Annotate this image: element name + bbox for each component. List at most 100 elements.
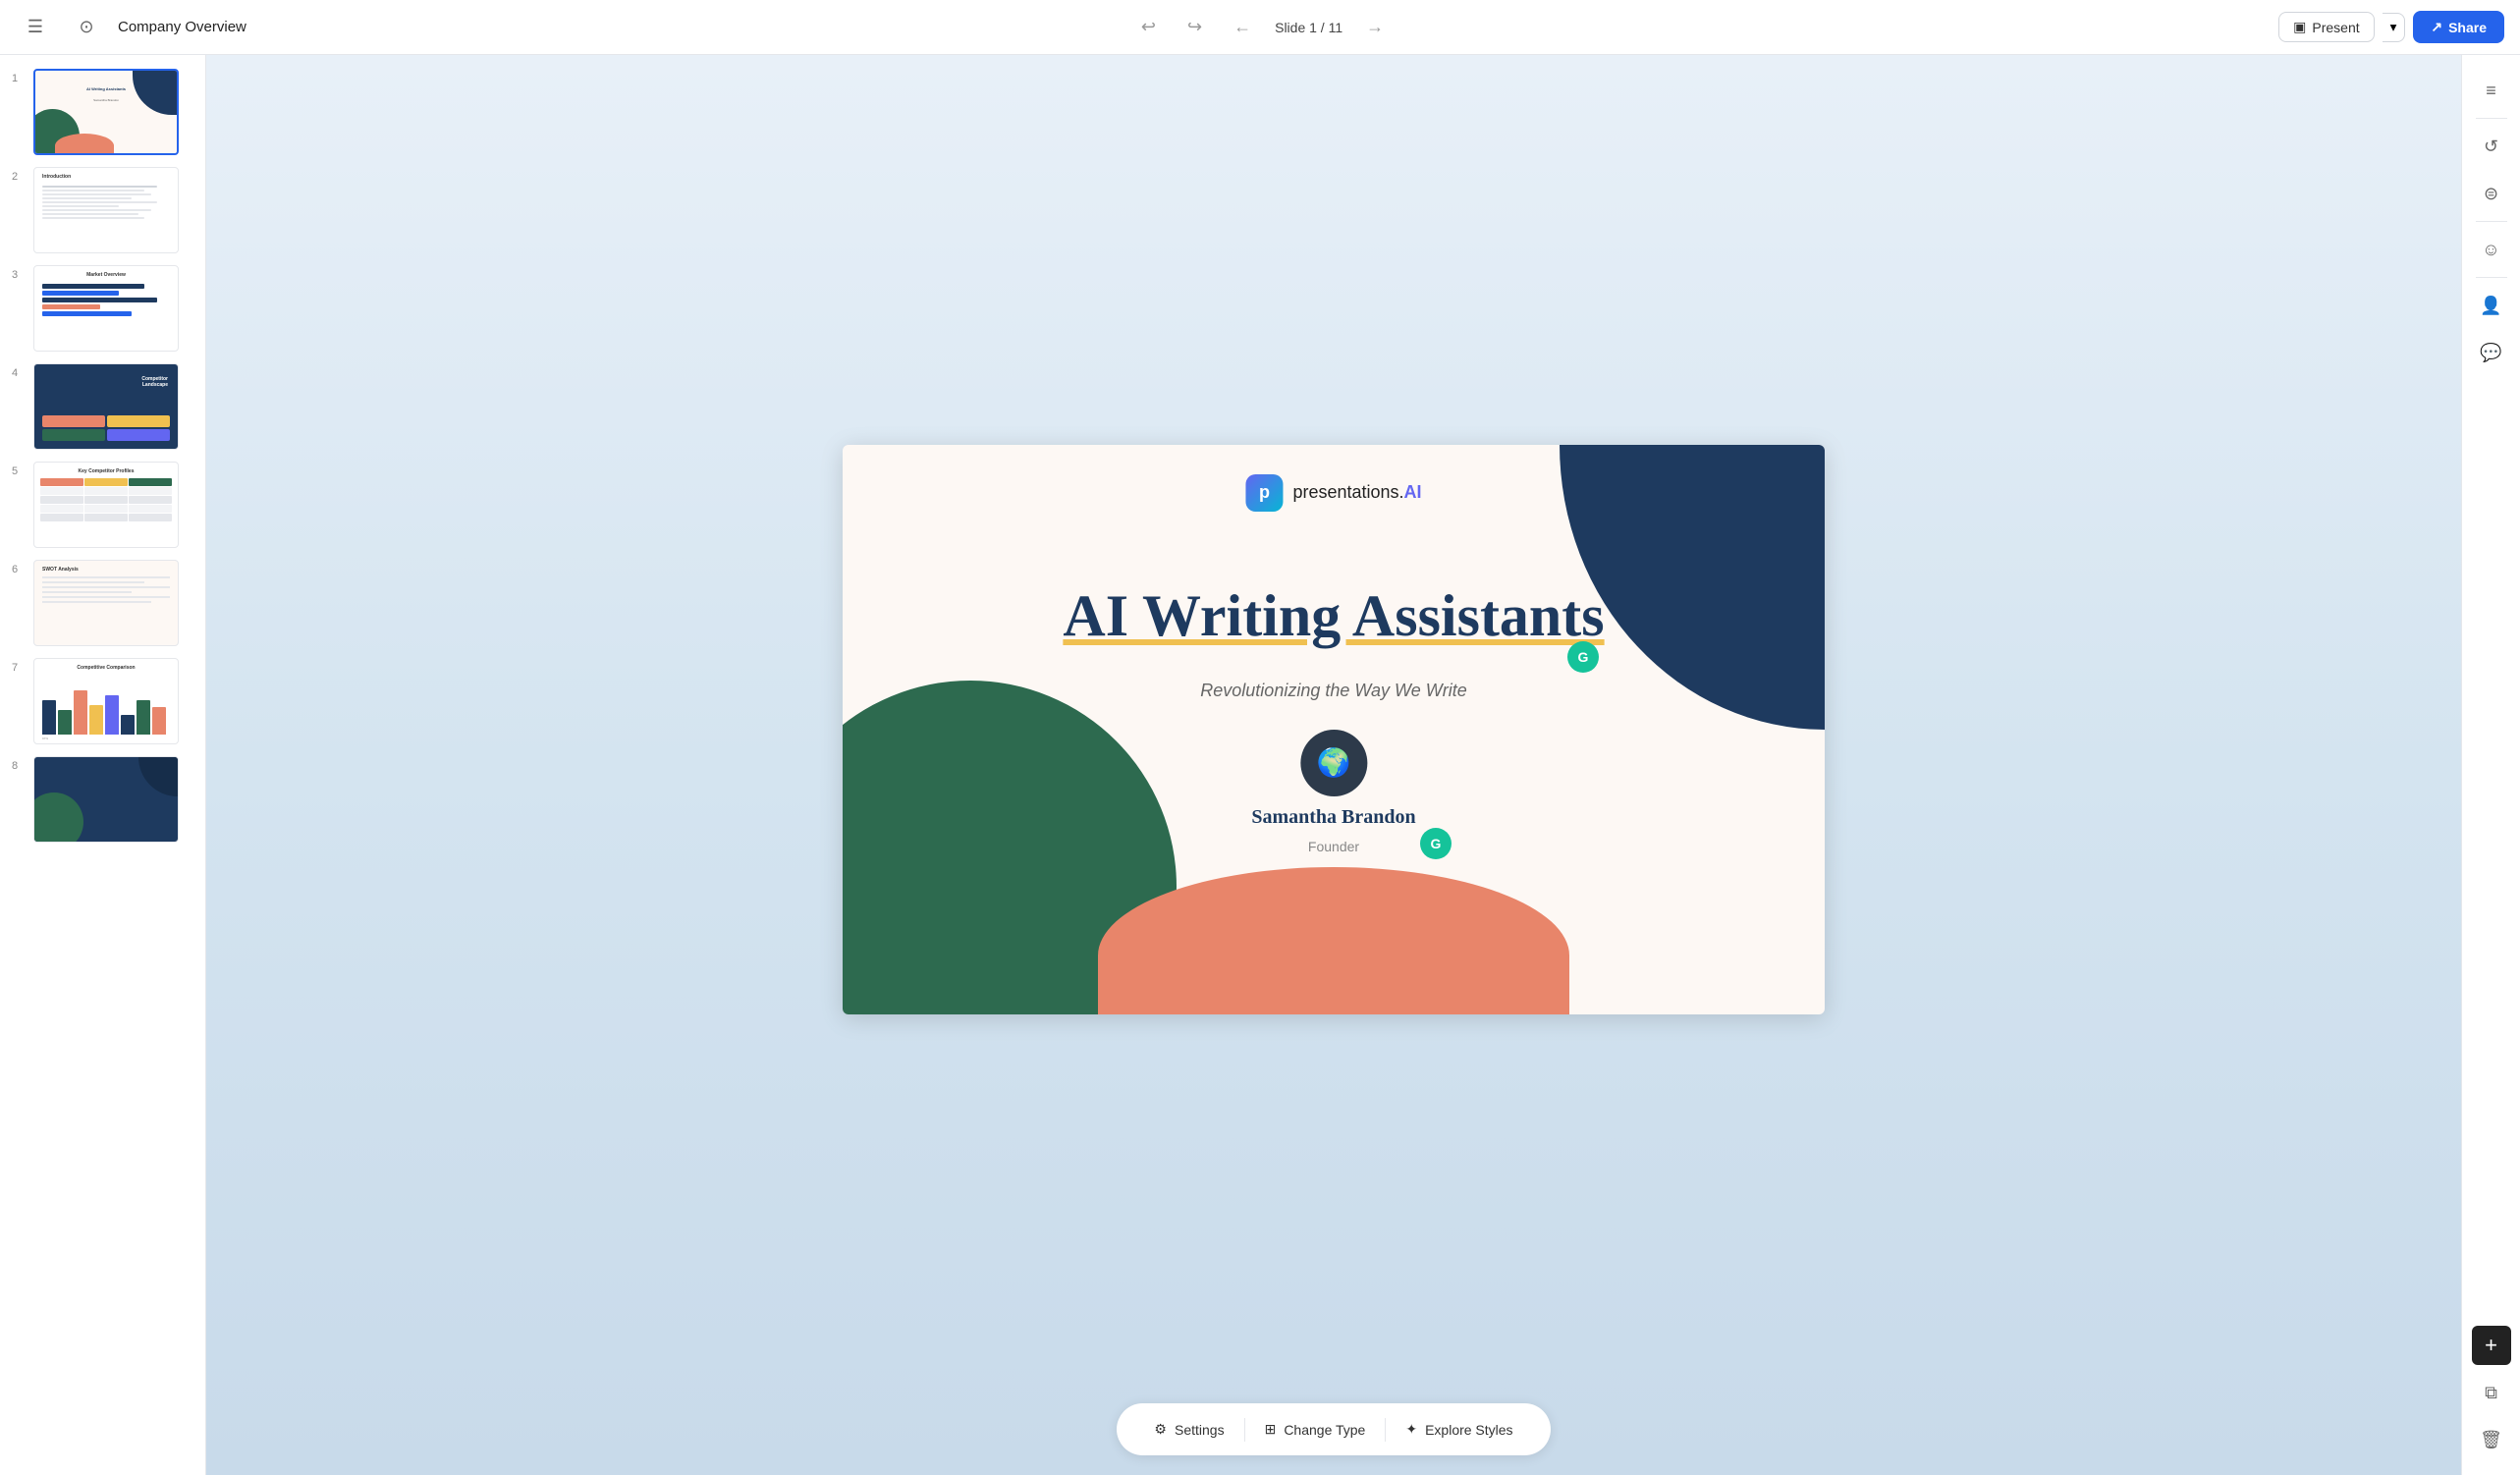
slide-number-3: 3 [12,265,26,281]
add-user-icon: 👤 [2480,296,2501,316]
present-dropdown-button[interactable]: ▾ [2383,13,2406,42]
settings-button[interactable]: ⚙ Settings [1140,1413,1237,1446]
present-label: Present [2312,20,2359,35]
settings-label: Settings [1175,1422,1225,1438]
slide-number-4: 4 [12,363,26,379]
slide-item-3[interactable]: 3 Market Overview [0,259,205,357]
slide-thumb-1: AI Writing Assistants Samantha Brandon [33,69,179,155]
sidebar-divider-1 [2476,118,2507,119]
slide-number-5: 5 [12,462,26,477]
right-sidebar-top: ≡ ↺ ⊜ ☺ 👤 💬 [2472,71,2511,1318]
change-type-icon: ⊞ [1265,1421,1277,1438]
redo-button[interactable]: ↪ [1179,13,1210,41]
slide-indicator: Slide 1 / 11 [1275,20,1342,35]
slide-item-8[interactable]: 8 [0,750,205,848]
delete-button[interactable]: 🗑 [2472,1420,2511,1459]
notes-button[interactable]: ≡ [2472,71,2511,110]
right-sidebar: ≡ ↺ ⊜ ☺ 👤 💬 + [2461,55,2520,1475]
settings-icon: ⚙ [1154,1421,1167,1438]
slide-presenter-area: 🌍 Samantha Brandon Founder [1251,730,1415,854]
history-sidebar-icon: ↺ [2484,137,2498,157]
add-icon: + [2485,1333,2497,1358]
slide-canvas: p presentations.AI AI Writing Assistants… [843,445,1825,1014]
explore-styles-label: Explore Styles [1425,1422,1512,1438]
change-type-button[interactable]: ⊞ Change Type [1251,1413,1380,1446]
main-slide-title: AI Writing Assistants [1063,582,1604,650]
explore-styles-icon: ✦ [1405,1421,1417,1438]
tune-button[interactable]: ⊜ [2472,174,2511,213]
grammarly-badge-1: G [1567,641,1599,673]
slide-thumb-6: SWOT Analysis [33,560,179,646]
avatar-emoji: 🌍 [1317,746,1351,779]
slide-thumb-8 [33,756,179,843]
present-button[interactable]: ▣ Present [2278,12,2374,42]
slide-item-2[interactable]: 2 Introduction [0,161,205,259]
history-sidebar-button[interactable]: ↺ [2472,127,2511,166]
change-type-label: Change Type [1284,1422,1365,1438]
slide-avatar: 🌍 [1300,730,1367,796]
topbar-center: ↩ ↪ ← Slide 1 / 11 → [1133,13,1392,41]
emoji-icon: ☺ [2482,240,2499,260]
slide-thumb-3: Market Overview [33,265,179,352]
slide-item-7[interactable]: 7 Competitive Comparison 97% [0,652,205,750]
slide-number-7: 7 [12,658,26,674]
toolbar-divider-1 [1244,1418,1245,1442]
menu-icon: ☰ [27,17,43,37]
redo-icon: ↪ [1187,17,1202,36]
next-slide-button[interactable]: → [1358,13,1392,41]
menu-button[interactable]: ☰ [16,8,55,47]
next-icon: → [1366,17,1384,36]
add-element-button[interactable]: + [2472,1326,2511,1365]
history-button[interactable]: ⊙ [67,8,106,47]
slide-item-4[interactable]: 4 CompetitorLandscape [0,357,205,456]
emoji-button[interactable]: ☺ [2472,230,2511,269]
slide-item-1[interactable]: 1 AI Writing Assistants Samantha Brandon [0,63,205,161]
copy-icon: ⧉ [2485,1383,2497,1403]
document-title: Company Overview [118,19,247,35]
slide-number-2: 2 [12,167,26,183]
prev-slide-button[interactable]: ← [1226,13,1259,41]
notes-icon: ≡ [2486,81,2496,101]
present-icon: ▣ [2293,19,2306,35]
logo-icon: p [1245,474,1283,512]
slide-canvas-wrapper: p presentations.AI AI Writing Assistants… [206,55,2461,1403]
delete-icon: 🗑 [2480,1430,2502,1450]
comment-icon: 💬 [2480,343,2501,363]
toolbar-divider-2 [1385,1418,1386,1442]
copy-button[interactable]: ⧉ [2472,1373,2511,1412]
undo-button[interactable]: ↩ [1133,13,1164,41]
share-icon: ↗ [2431,19,2442,35]
history-icon: ⊙ [79,17,93,37]
slide-number-8: 8 [12,756,26,772]
slide-number-1: 1 [12,69,26,84]
topbar: ☰ ⊙ Company Overview ↩ ↪ ← Slide 1 / 11 … [0,0,2520,55]
slide-thumb-2: Introduction [33,167,179,253]
chevron-down-icon: ▾ [2390,20,2397,34]
prev-icon: ← [1233,17,1251,36]
slide-item-5[interactable]: 5 Key Competitor Profiles [0,456,205,554]
sidebar-divider-2 [2476,221,2507,222]
share-label: Share [2448,20,2487,35]
main-layout: 1 AI Writing Assistants Samantha Brandon… [0,55,2520,1475]
comment-button[interactable]: 💬 [2472,333,2511,372]
slide-thumb-4: CompetitorLandscape [33,363,179,450]
presenter-role: Founder [1308,839,1359,854]
content-area: p presentations.AI AI Writing Assistants… [206,55,2461,1475]
tune-icon: ⊜ [2484,184,2498,204]
logo-text: presentations.AI [1292,482,1421,503]
slide-panel: 1 AI Writing Assistants Samantha Brandon… [0,55,206,1475]
undo-icon: ↩ [1141,17,1156,36]
slide-toolbar: ⚙ Settings ⊞ Change Type ✦ Explore Style… [1117,1403,1550,1455]
slide-thumb-5: Key Competitor Profiles [33,462,179,548]
slide-logo-area: p presentations.AI [1245,474,1421,512]
add-user-button[interactable]: 👤 [2472,286,2511,325]
share-button[interactable]: ↗ Share [2413,11,2504,43]
explore-styles-button[interactable]: ✦ Explore Styles [1392,1413,1526,1446]
slide-subtitle: Revolutionizing the Way We Write [1200,681,1466,701]
slide-item-6[interactable]: 6 SWOT Analysis [0,554,205,652]
presenter-name: Samantha Brandon [1251,806,1415,829]
grammarly-badge-2: G [1420,828,1452,859]
sidebar-divider-3 [2476,277,2507,278]
topbar-right: ▣ Present ▾ ↗ Share [2278,11,2504,43]
topbar-left: ☰ ⊙ Company Overview [16,8,247,47]
